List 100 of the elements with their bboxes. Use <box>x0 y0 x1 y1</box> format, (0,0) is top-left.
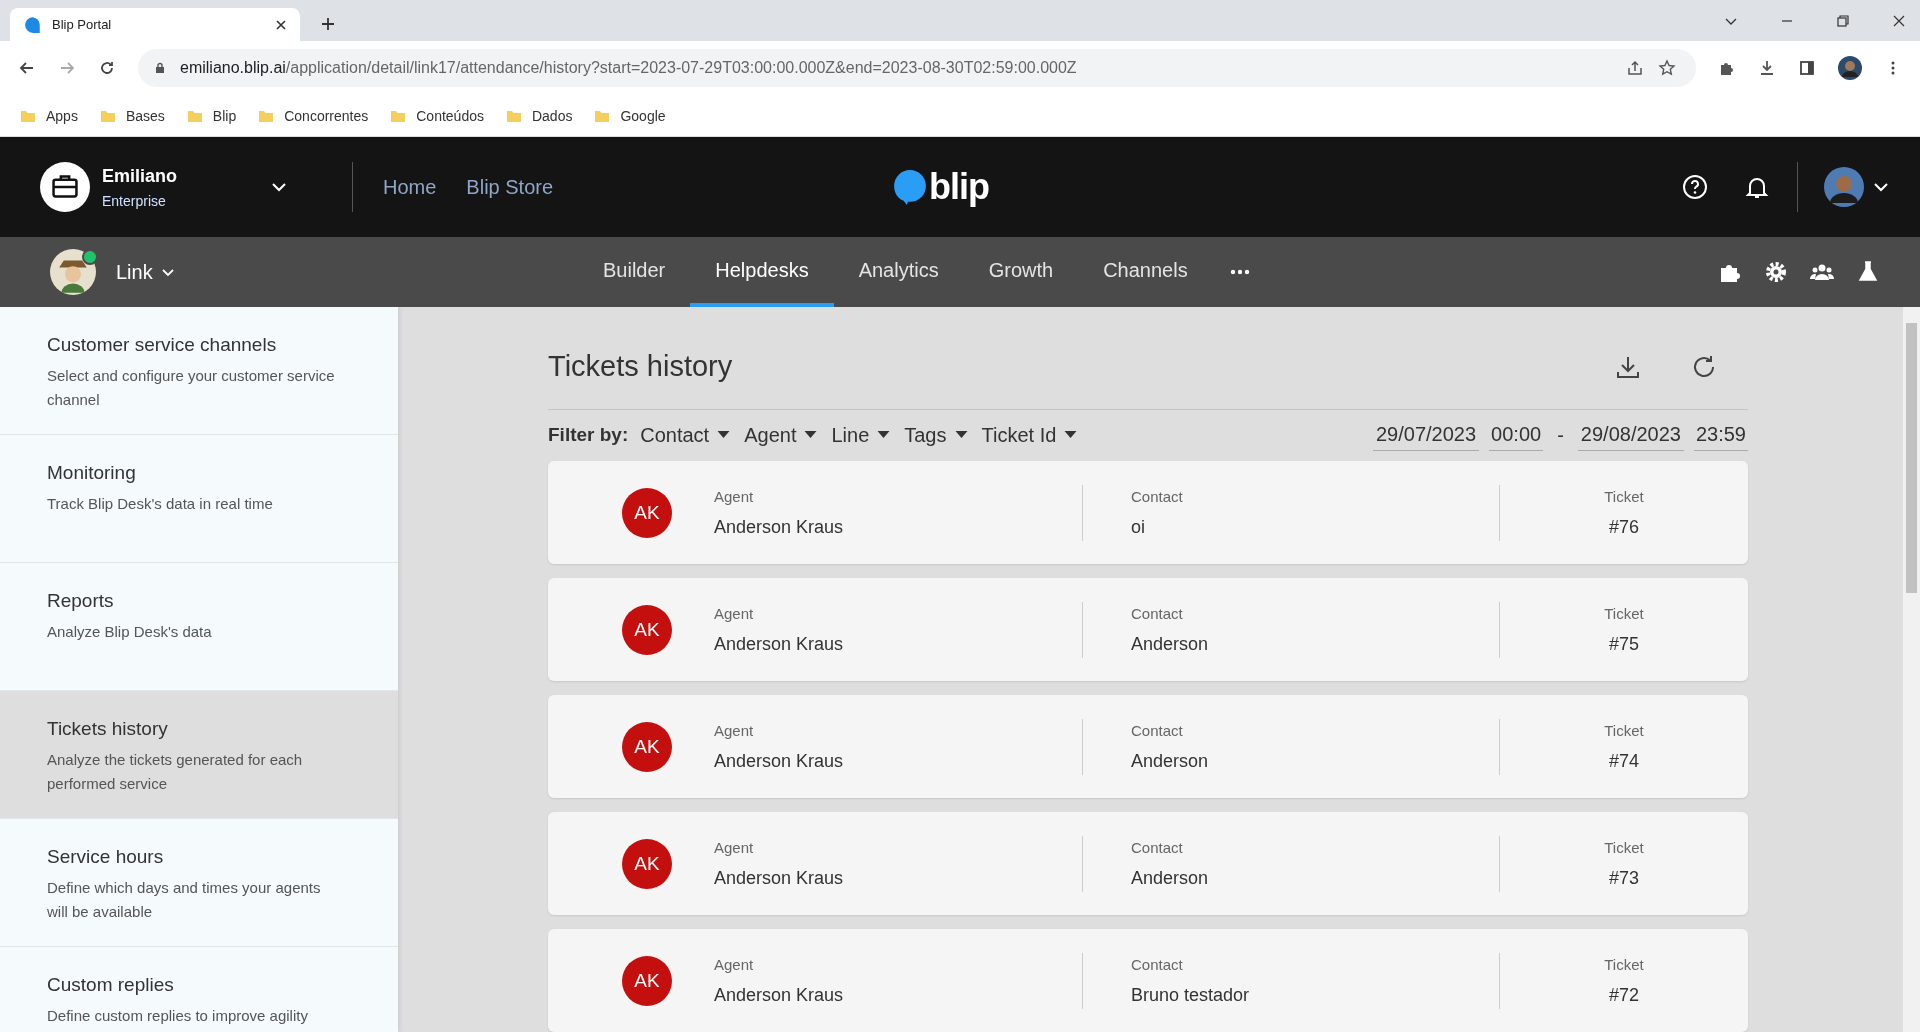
sidebar-item-description: Select and configure your customer service channel <box>47 366 336 410</box>
filter-dropdown[interactable]: Tags <box>902 423 970 447</box>
sidebar-item-title: Customer service channels <box>47 334 278 356</box>
sidebar-item-title: Reports <box>47 590 115 612</box>
header-link[interactable]: Blip Store <box>466 175 554 199</box>
agent-label: Agent <box>714 721 755 739</box>
help-icon[interactable] <box>1681 173 1709 201</box>
agent-name: Anderson Kraus <box>714 750 845 772</box>
ticket-number: #76 <box>1608 516 1639 538</box>
contact-name: Anderson <box>1131 867 1210 889</box>
bookmark[interactable]: Concorrentes <box>258 107 369 124</box>
caret-icon <box>877 431 891 440</box>
sidebar-item-description: Define which days and times your agents will be available <box>47 878 322 922</box>
agent-initials-avatar: AK <box>622 487 672 538</box>
start-time-field[interactable]: 00:00 <box>1489 419 1544 452</box>
address-bar[interactable]: emiliano.blip.ai/application/detail/link17/attendance/history?start=2023-07-29T03:00:00.000Z&end=2023-08-30T02:59:00.000Z <box>138 49 1696 87</box>
caret-icon <box>1064 431 1078 440</box>
sidebar-item-description: Track Blip Desk's data in real time <box>47 494 274 514</box>
filter-label: Filter by: <box>548 424 629 447</box>
chat-bubble-icon <box>24 15 42 34</box>
nav-tab[interactable]: Analytics <box>833 237 964 307</box>
contact-label: Contact <box>1131 487 1184 505</box>
ticket-card[interactable]: AK Agent Anderson Kraus Contact Anderson Ticket #75 <box>548 578 1748 681</box>
side-panel-icon[interactable] <box>1798 59 1816 77</box>
nav-tab[interactable]: Channels <box>1078 237 1213 307</box>
close-icon[interactable] <box>1892 14 1906 28</box>
bot-name[interactable]: Link <box>116 260 153 284</box>
lock-icon <box>154 62 166 74</box>
ticket-card[interactable]: AK Agent Anderson Kraus Contact Anderson Ticket #74 <box>548 695 1748 798</box>
scrollbar-thumb[interactable] <box>1906 323 1917 593</box>
filter-dropdown[interactable]: Ticket Id <box>979 423 1080 447</box>
contact-name: oi <box>1131 516 1146 538</box>
agent-initials-avatar: AK <box>622 721 672 772</box>
sidebar-item-description: Define custom replies to improve agility <box>47 1006 309 1026</box>
share-icon[interactable] <box>1626 59 1644 77</box>
chat-bubble-icon <box>893 169 928 205</box>
contact-label: Contact <box>1131 955 1184 973</box>
sidebar-item-title: Custom replies <box>47 974 175 996</box>
user-avatar-icon[interactable] <box>1824 167 1864 207</box>
close-icon[interactable] <box>274 17 288 32</box>
agent-label: Agent <box>714 955 755 973</box>
page-title: Tickets history <box>548 350 734 384</box>
briefcase-icon <box>40 162 90 212</box>
ticket-label: Ticket <box>1604 721 1644 739</box>
bookmark[interactable]: Bases <box>99 107 165 124</box>
date-separator: - <box>1557 423 1564 447</box>
ticket-number: #74 <box>1608 750 1639 772</box>
bookmark[interactable]: Conteúdos <box>390 107 484 124</box>
sidebar-item-description: Analyze Blip Desk's data <box>47 622 213 642</box>
agent-name: Anderson Kraus <box>714 867 845 889</box>
ticket-card[interactable]: AK Agent Anderson Kraus Contact Anderson Ticket #73 <box>548 812 1748 915</box>
start-date-field[interactable]: 29/07/2023 <box>1373 419 1480 452</box>
bot-avatar-icon <box>50 249 96 295</box>
ticket-label: Ticket <box>1604 487 1644 505</box>
sidebar-item[interactable]: Reports Analyze Blip Desk's data <box>0 563 398 691</box>
settings-icon[interactable] <box>1764 260 1788 284</box>
sidebar-item[interactable]: Monitoring Track Blip Desk's data in real time <box>0 435 398 563</box>
agent-name: Anderson Kraus <box>714 516 845 538</box>
nav-tab[interactable]: Builder <box>578 237 691 307</box>
header-link[interactable]: Home <box>383 175 437 199</box>
download-icon[interactable] <box>1758 59 1776 77</box>
caret-icon <box>717 431 731 440</box>
ticket-number: #72 <box>1608 984 1639 1006</box>
end-date-field[interactable]: 29/08/2023 <box>1577 419 1684 452</box>
agent-label: Agent <box>714 604 755 622</box>
filter-dropdown[interactable]: Contact <box>638 423 733 447</box>
filter-dropdown[interactable]: Agent <box>742 423 820 447</box>
agent-initials-avatar: AK <box>622 838 672 889</box>
bookmark[interactable]: Google <box>594 107 666 124</box>
contact-label: Contact <box>1131 604 1184 622</box>
restore-icon[interactable] <box>1836 14 1850 28</box>
contact-name: Anderson <box>1131 633 1210 655</box>
bookmark[interactable]: Apps <box>20 107 78 124</box>
sidebar-item[interactable]: Service hours Define which days and times your agents will be available <box>0 819 398 947</box>
sidebar-item[interactable]: Customer service channels Select and configure your customer service channel <box>0 307 398 435</box>
filter-dropdown[interactable]: Line <box>829 423 893 447</box>
nav-tab[interactable]: Growth <box>963 237 1079 307</box>
logo-text: blip <box>929 166 990 208</box>
bookmark[interactable]: Blip <box>186 107 237 124</box>
star-icon[interactable] <box>1658 59 1676 77</box>
org-name: Emiliano <box>102 165 178 187</box>
browser-tab[interactable]: Blip Portal <box>10 8 300 41</box>
sidebar-item[interactable]: Custom replies Define custom replies to improve agility <box>0 947 398 1032</box>
contact-label: Contact <box>1131 838 1184 856</box>
reload-icon[interactable] <box>98 59 116 77</box>
ticket-number: #75 <box>1608 633 1639 655</box>
bookmark[interactable]: Dados <box>505 107 573 124</box>
agent-name: Anderson Kraus <box>714 984 845 1006</box>
new-tab-icon[interactable] <box>320 16 336 32</box>
ticket-label: Ticket <box>1604 604 1644 622</box>
ticket-label: Ticket <box>1604 955 1644 973</box>
avatar-icon[interactable] <box>1838 56 1862 80</box>
end-time-field[interactable]: 23:59 <box>1693 419 1748 452</box>
ticket-card[interactable]: AK Agent Anderson Kraus Contact Bruno testador Ticket #72 <box>548 929 1748 1032</box>
sidebar-item[interactable]: Tickets history Analyze the tickets generated for each performed service <box>0 691 398 819</box>
agent-label: Agent <box>714 838 755 856</box>
agent-initials-avatar: AK <box>622 955 672 1006</box>
ticket-label: Ticket <box>1604 838 1644 856</box>
ticket-card[interactable]: AK Agent Anderson Kraus Contact oi Ticket #76 <box>548 461 1748 564</box>
flask-icon[interactable] <box>1856 260 1880 284</box>
